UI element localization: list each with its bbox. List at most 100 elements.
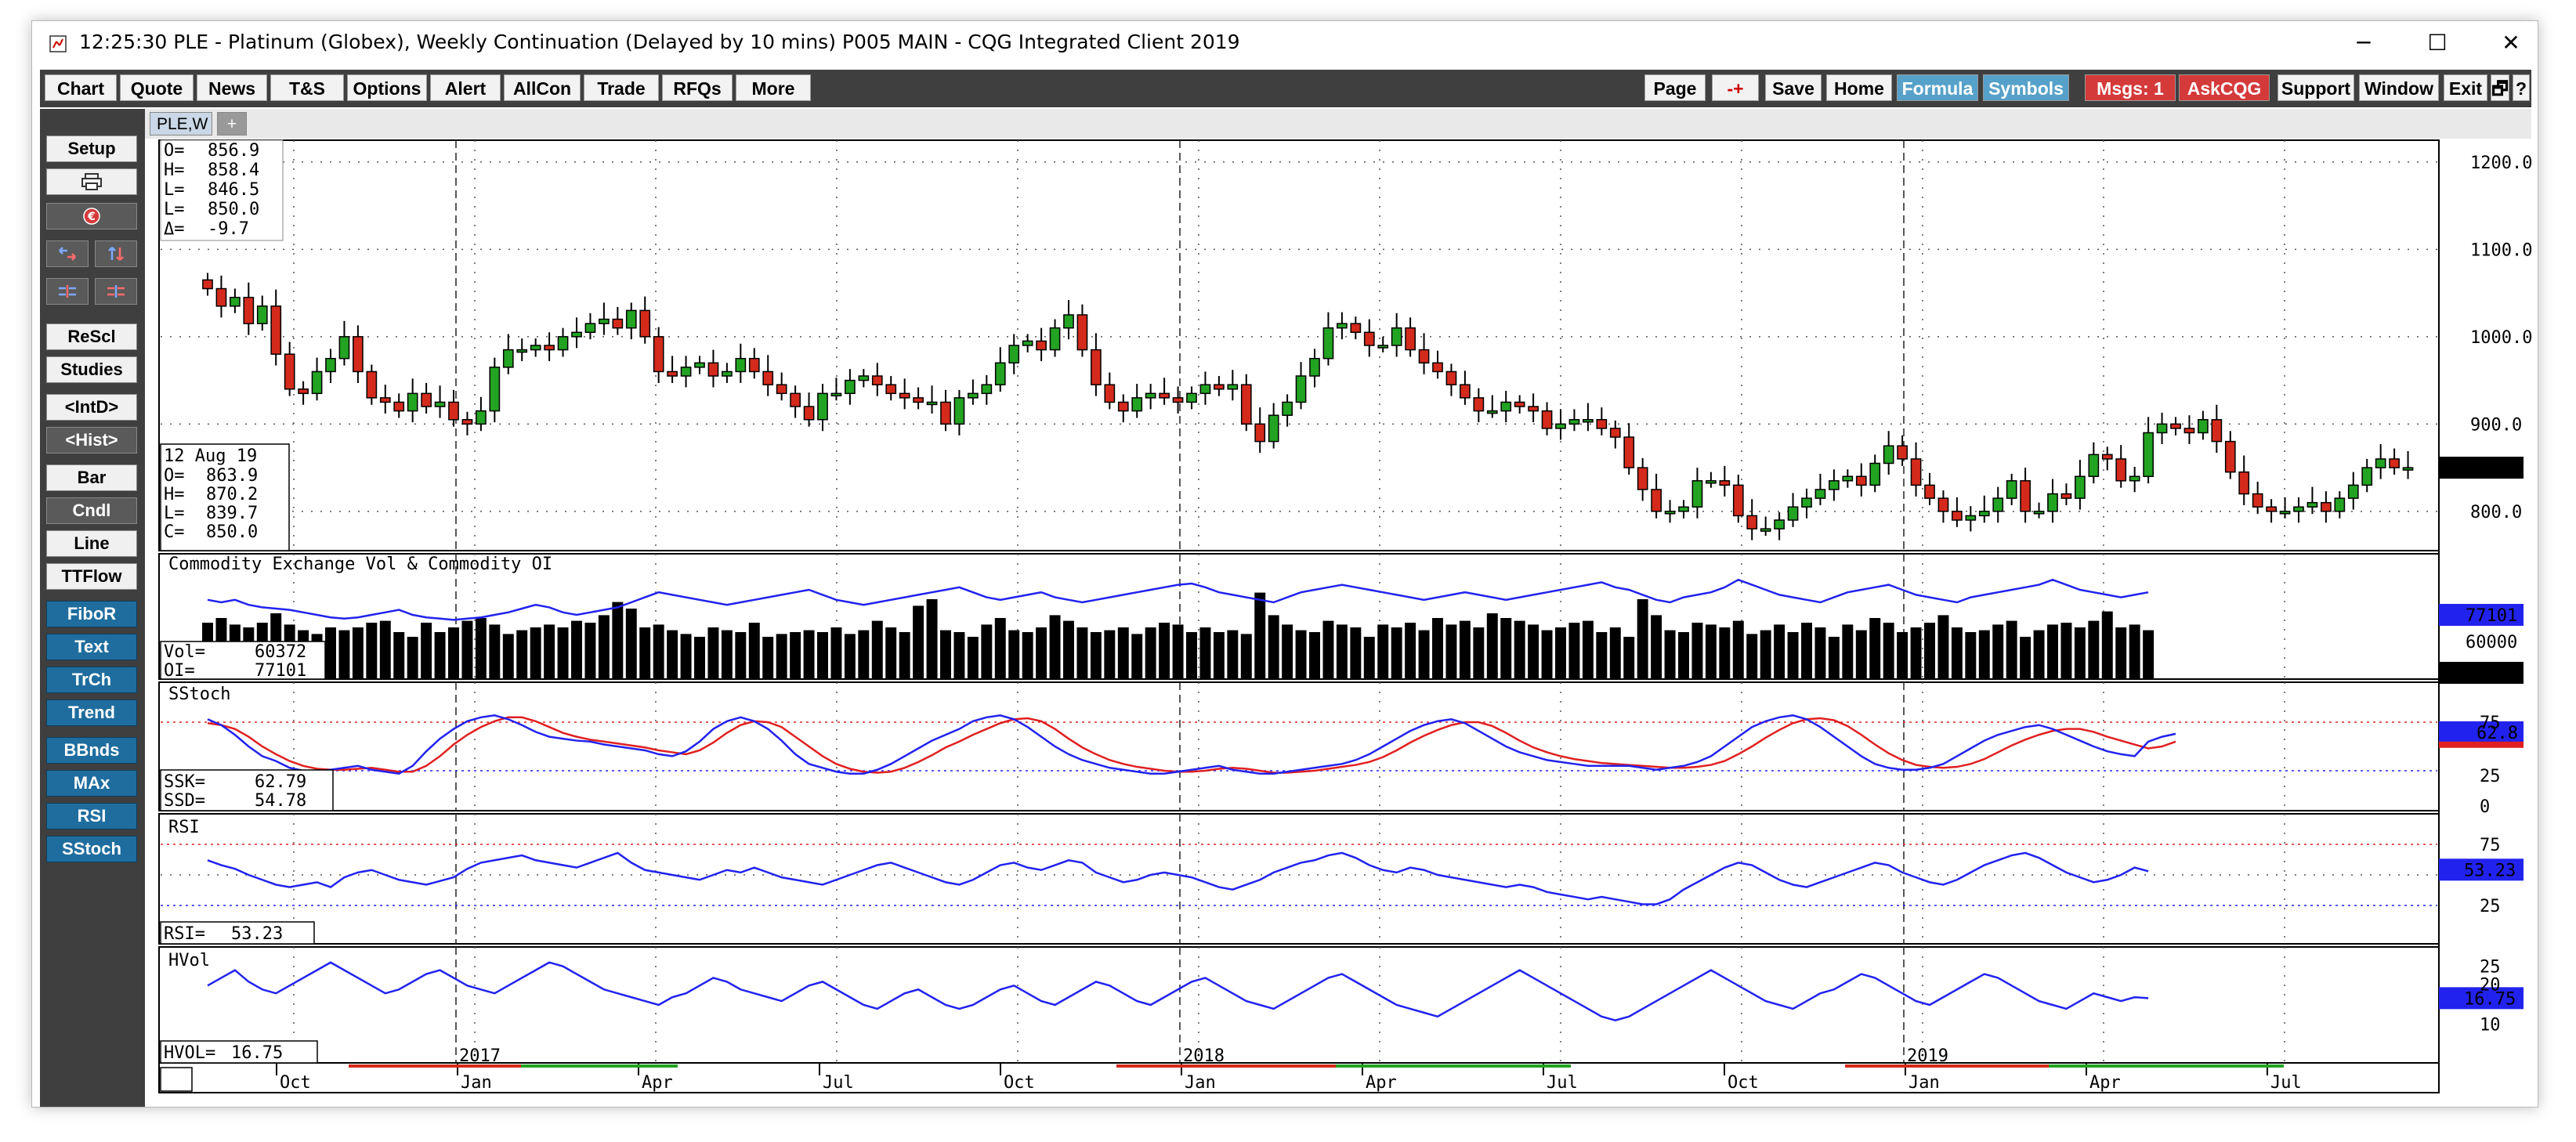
candle-body	[1309, 357, 1320, 377]
ohlc-value: 850.0	[208, 200, 259, 219]
volume-tick-label: 60000	[2466, 633, 2517, 652]
candle-body	[353, 336, 364, 373]
volume-bar	[1172, 624, 1184, 679]
month-label: Oct	[1728, 1073, 1759, 1093]
candle-body	[1664, 511, 1676, 515]
candle-body	[1473, 397, 1485, 412]
candle-body	[530, 345, 541, 351]
volume-bar	[2074, 627, 2086, 679]
volume-bar	[625, 609, 637, 679]
strip-green	[2049, 1064, 2284, 1068]
volume-bar	[1568, 623, 1580, 679]
candle-body	[1268, 414, 1279, 443]
volume-bar	[612, 602, 624, 679]
volume-bar	[1049, 615, 1061, 679]
candle-body	[2361, 467, 2373, 486]
candle-body	[1022, 340, 1033, 346]
volume-bar	[1090, 632, 1102, 679]
strip-green	[1336, 1064, 1571, 1068]
candle-body	[2252, 493, 2263, 508]
candle-body	[2266, 506, 2277, 512]
candle-body	[215, 287, 227, 307]
candle-body	[544, 345, 555, 351]
volume-bar	[1801, 623, 1812, 679]
volume-bar	[598, 615, 610, 679]
volume-bar	[338, 630, 350, 679]
volume-bar	[981, 624, 993, 679]
candle-body	[625, 309, 637, 329]
candle-body	[1897, 445, 1908, 460]
candle-body	[1350, 323, 1362, 334]
last-vol-label: 60372	[2466, 664, 2517, 684]
volume-bar	[421, 623, 432, 679]
volume-bar	[1282, 624, 1293, 679]
candle-body	[2402, 467, 2414, 471]
volume-bar	[953, 632, 965, 679]
volume-bar	[407, 637, 418, 679]
candle-body	[557, 336, 569, 351]
candle-body	[502, 349, 514, 368]
chart-area[interactable]: 1200.0 1100.0 1000.0 900.0 800.0 2017 2018 2019…	[32, 21, 2538, 1107]
candle-body	[776, 384, 787, 395]
volume-bar	[844, 634, 856, 679]
volume-bar	[2115, 627, 2127, 679]
year-label: 2018	[1183, 1046, 1225, 1066]
candle-body	[1405, 327, 1416, 351]
candle-body	[1214, 384, 1225, 390]
candle-body	[1623, 436, 1635, 468]
candle-body	[735, 357, 747, 373]
candle-body	[571, 331, 582, 338]
ohlc-key: L=	[164, 200, 185, 219]
strip-green	[521, 1064, 678, 1068]
candle-body	[2088, 454, 2100, 477]
candle-body	[994, 362, 1006, 385]
volume-bar	[448, 627, 459, 679]
vol-key: Vol=	[164, 642, 205, 662]
ohlc-key: O=	[164, 141, 185, 161]
candle-body	[2183, 428, 2195, 434]
last-oi-label: 77101	[2466, 606, 2517, 626]
volume-bar	[667, 630, 678, 679]
candle-body	[871, 375, 883, 385]
candle-body	[1377, 345, 1389, 349]
candle-body	[748, 357, 760, 373]
volume-bar	[1814, 627, 1826, 679]
candle-body	[1500, 401, 1512, 412]
volume-bar	[1022, 632, 1033, 679]
volume-bar	[1651, 615, 1662, 679]
candle-body	[1282, 401, 1293, 416]
candle-body	[1528, 406, 1539, 412]
candle-body	[1924, 484, 1935, 499]
volume-bar	[2006, 620, 2017, 679]
candle-body	[858, 375, 870, 381]
volume-bar	[1596, 632, 1608, 679]
month-label: Jan	[461, 1073, 492, 1093]
volume-bar	[1309, 632, 1320, 679]
volume-bar	[1405, 623, 1416, 679]
price-tick-label: 1000.0	[2470, 328, 2532, 348]
candle-body	[599, 318, 610, 324]
volume-bar	[1719, 627, 1731, 679]
volume-bar	[1227, 630, 1239, 679]
candle-body	[1131, 397, 1143, 412]
candle-body	[2334, 497, 2346, 512]
volume-bar	[1486, 613, 1498, 679]
volume-bar	[1500, 618, 1512, 679]
candle-body	[953, 397, 965, 425]
volume-bar	[1924, 623, 1935, 679]
volume-bar	[1774, 624, 1785, 679]
candle-body	[243, 296, 255, 324]
candle-body	[2198, 419, 2209, 434]
volume-bar	[762, 637, 774, 679]
ohlc-value: 856.9	[208, 141, 259, 161]
candle-body	[407, 392, 418, 412]
corner-box[interactable]	[160, 1067, 193, 1092]
volume-bar	[735, 632, 747, 679]
stoch-title: SStoch	[168, 685, 230, 704]
volume-bar	[994, 618, 1006, 679]
rsi-tick-label: 75	[2480, 836, 2501, 855]
volume-bar	[885, 627, 897, 679]
candle-body	[1568, 419, 1580, 425]
volume-bar	[325, 627, 336, 679]
ssd-key: SSD=	[164, 791, 205, 811]
